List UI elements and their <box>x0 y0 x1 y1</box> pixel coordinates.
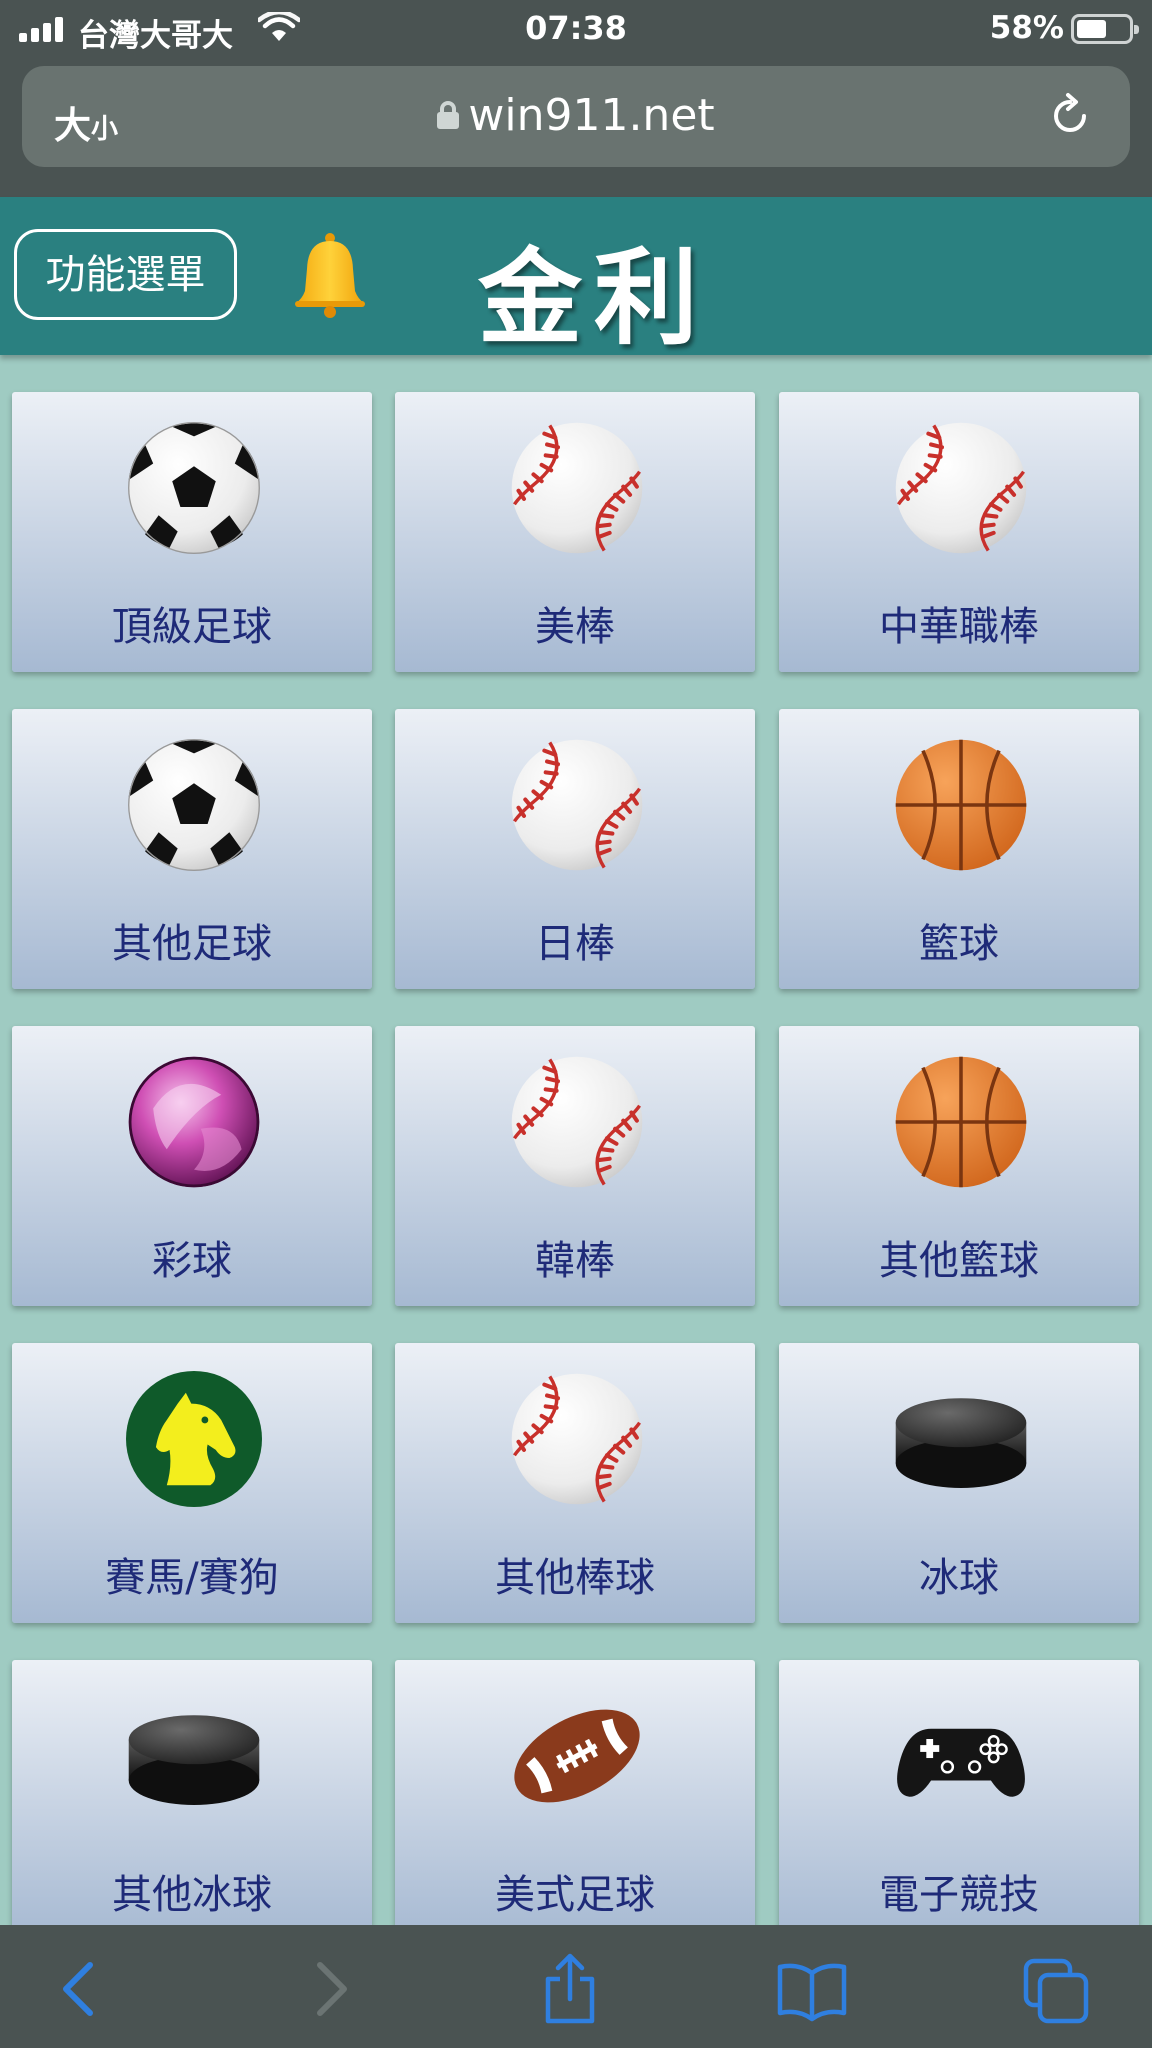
share-icon[interactable] <box>534 1953 606 2025</box>
url-display[interactable]: win911.net <box>22 90 1130 141</box>
sport-tile[interactable]: 頂級足球 <box>12 392 372 672</box>
lottery-ball-icon <box>126 1054 262 1190</box>
reload-icon[interactable] <box>1046 92 1094 140</box>
horse-head-icon <box>126 1371 262 1507</box>
sport-tile[interactable]: 日棒 <box>395 709 755 989</box>
soccer-ball-icon <box>126 420 262 556</box>
sport-tile[interactable]: 韓棒 <box>395 1026 755 1306</box>
sport-tile[interactable]: 其他冰球 <box>12 1660 372 1925</box>
url-text: win911.net <box>468 90 715 141</box>
site-header: 功能選單 金利 <box>0 197 1152 359</box>
battery-percent: 58% <box>989 10 1064 46</box>
sport-label: 其他冰球 <box>112 1872 272 1918</box>
sport-label: 美棒 <box>535 604 615 650</box>
sport-tile[interactable]: 其他籃球 <box>779 1026 1139 1306</box>
sport-label: 籃球 <box>919 921 999 967</box>
hockey-puck-icon <box>126 1688 262 1824</box>
hockey-puck-icon <box>893 1371 1029 1507</box>
sport-tile[interactable]: 其他棒球 <box>395 1343 755 1623</box>
sport-tile[interactable]: 彩球 <box>12 1026 372 1306</box>
baseball-icon <box>509 1371 645 1507</box>
basketball-icon <box>893 737 1029 873</box>
sports-grid: 頂級足球 美棒 中華職棒 其他足球 日棒 籃球 彩球 韓棒 其他籃球 賽馬/賽狗… <box>0 355 1152 1925</box>
status-bar: 台灣大哥大 07:38 58% <box>0 0 1152 60</box>
baseball-icon <box>509 1054 645 1190</box>
address-bar[interactable]: 大小 win911.net <box>22 66 1130 167</box>
baseball-icon <box>893 420 1029 556</box>
sport-tile[interactable]: 其他足球 <box>12 709 372 989</box>
basketball-icon <box>893 1054 1029 1190</box>
battery-icon <box>1071 14 1139 44</box>
function-menu-button[interactable]: 功能選單 <box>14 229 237 320</box>
baseball-icon <box>509 737 645 873</box>
brand-title: 金利 <box>478 236 711 359</box>
back-icon[interactable] <box>44 1953 116 2025</box>
bell-icon[interactable] <box>290 229 370 319</box>
gamepad-icon <box>893 1688 1029 1824</box>
sport-label: 日棒 <box>535 921 615 967</box>
american-football-icon <box>509 1688 645 1824</box>
lock-icon <box>437 101 460 129</box>
battery-level-fill <box>1077 20 1106 38</box>
browser-chrome: 台灣大哥大 07:38 58% 大小 win911.net <box>0 0 1152 197</box>
sport-tile[interactable]: 中華職棒 <box>779 392 1139 672</box>
sport-label: 彩球 <box>152 1238 232 1284</box>
sport-tile[interactable]: 美棒 <box>395 392 755 672</box>
browser-toolbar <box>0 1925 1152 2048</box>
sport-tile[interactable]: 冰球 <box>779 1343 1139 1623</box>
baseball-icon <box>509 420 645 556</box>
sport-label: 美式足球 <box>495 1872 655 1918</box>
forward-icon[interactable] <box>294 1953 366 2025</box>
sport-label: 其他足球 <box>112 921 272 967</box>
sport-label: 其他棒球 <box>495 1555 655 1601</box>
sport-label: 韓棒 <box>535 1238 615 1284</box>
sport-tile[interactable]: 籃球 <box>779 709 1139 989</box>
sport-label: 頂級足球 <box>112 604 272 650</box>
sport-label: 賽馬/賽狗 <box>105 1555 279 1601</box>
bookmarks-icon[interactable] <box>776 1953 848 2025</box>
tabs-icon[interactable] <box>1020 1953 1092 2025</box>
sport-label: 冰球 <box>919 1555 999 1601</box>
sport-tile[interactable]: 賽馬/賽狗 <box>12 1343 372 1623</box>
sport-label: 其他籃球 <box>879 1238 1039 1284</box>
sport-label: 中華職棒 <box>879 604 1039 650</box>
sport-label: 電子競技 <box>879 1872 1039 1918</box>
sport-tile[interactable]: 電子競技 <box>779 1660 1139 1925</box>
sport-tile[interactable]: 美式足球 <box>395 1660 755 1925</box>
status-time: 07:38 <box>525 9 627 47</box>
soccer-ball-icon <box>126 737 262 873</box>
